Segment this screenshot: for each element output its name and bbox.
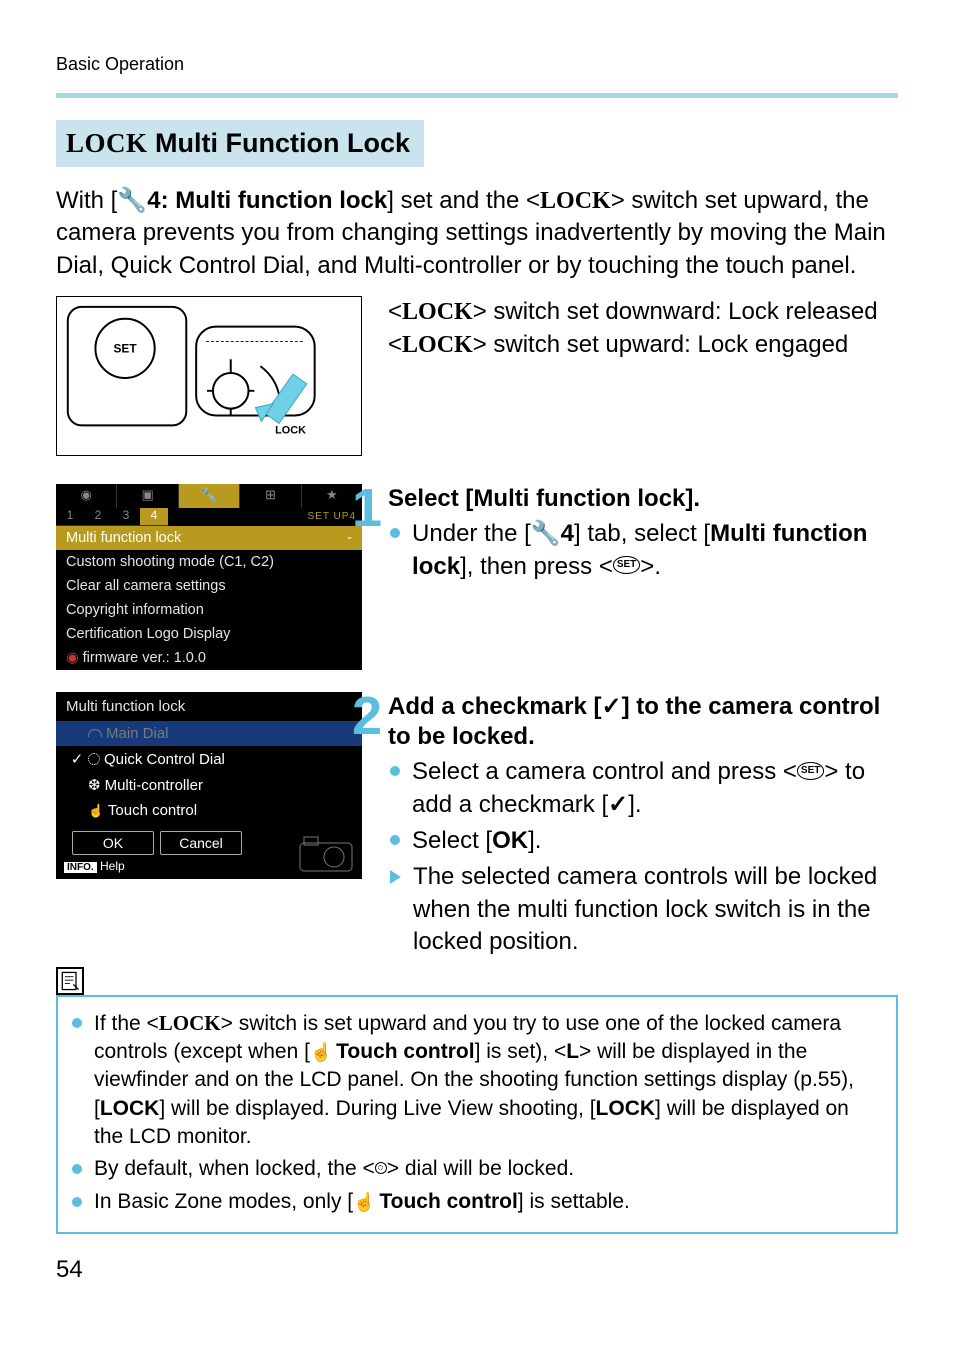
tab-display-icon: ⊞ — [240, 484, 301, 508]
step-2-result: The selected camera controls will be loc… — [413, 861, 898, 958]
subtab-1: 1 — [56, 508, 84, 526]
wrench-icon: 🔧 — [117, 187, 147, 214]
subtab-4: 4 — [140, 508, 168, 526]
multi-controller-icon — [88, 777, 105, 794]
quick-control-dial-icon — [375, 1162, 387, 1174]
menu2-row-main-dial: Main Dial — [56, 721, 362, 746]
menu-screenshot-setup4: ◉ ▣ 🔧 ⊞ ★ 1 2 3 4 SET UP4 Multi function… — [56, 484, 362, 670]
intro-pre: With [ — [56, 187, 117, 214]
bullet-icon — [72, 1018, 82, 1028]
subtab-2: 2 — [84, 508, 112, 526]
menu2-row-quick-control-dial: ✓ Quick Control Dial — [56, 746, 362, 772]
note-2: By default, when locked, the <> dial wil… — [94, 1155, 882, 1183]
tab-playback-icon: ▣ — [117, 484, 178, 508]
quick-control-dial-icon — [88, 753, 100, 765]
camera-icon: ◉ — [66, 650, 79, 666]
svg-text:SET: SET — [114, 341, 138, 355]
switch-up-desc: <LOCK> switch set upward: Lock engaged — [388, 329, 878, 361]
section-title: LOCK Multi Function Lock — [56, 120, 424, 167]
touch-icon — [353, 1190, 379, 1213]
step-1-bullet: Under the [🔧4] tab, select [Multi functi… — [412, 518, 898, 583]
step-number-1: 1 — [352, 484, 382, 533]
setup-label: SET UP4 — [168, 508, 362, 526]
wrench-icon: 🔧 — [531, 520, 561, 547]
main-dial-icon — [88, 729, 102, 737]
subtab-3: 3 — [112, 508, 140, 526]
menu2-title: Multi function lock — [56, 692, 362, 721]
menu2-row-touch-control: Touch control — [56, 798, 362, 823]
bullet-icon — [390, 835, 400, 845]
set-icon: SET — [797, 762, 824, 780]
step-2-bullet-1: Select a camera control and press <SET> … — [412, 756, 898, 821]
menu-item-certification-logo: Certification Logo Display — [56, 622, 362, 646]
ok-button: OK — [72, 831, 154, 855]
bullet-icon — [390, 528, 400, 538]
camera-thumbnail-icon — [298, 833, 354, 873]
section-title-lock: LOCK — [66, 128, 148, 158]
intro-mid: ] set and the < — [387, 187, 540, 214]
touch-icon — [310, 1040, 336, 1063]
bullet-icon — [390, 766, 400, 776]
touch-icon — [88, 802, 108, 819]
tab-wrench-icon: 🔧 — [179, 484, 240, 508]
menu2-row-multi-controller: Multi-controller — [56, 772, 362, 798]
step-number-2: 2 — [352, 692, 382, 741]
menu-screenshot-multi-function-lock: Multi function lock Main Dial ✓ Quick Co… — [56, 692, 362, 879]
intro-paragraph: With [🔧4: Multi function lock] set and t… — [56, 185, 898, 282]
header-divider — [56, 93, 898, 98]
intro-lockword: LOCK — [540, 188, 611, 214]
section-title-rest: Multi Function Lock — [148, 128, 410, 158]
menu-item-copyright-info: Copyright information — [56, 598, 362, 622]
menu-item-multi-function-lock: Multi function lock- — [56, 526, 362, 550]
note-3: In Basic Zone modes, only [Touch control… — [94, 1188, 882, 1216]
triangle-icon — [390, 870, 401, 884]
step-2-title: Add a checkmark [✓] to the camera contro… — [388, 692, 898, 752]
camera-lock-illustration: SET LOCK — [56, 296, 362, 456]
set-icon: SET — [613, 556, 640, 574]
menu-item-custom-shooting-mode: Custom shooting mode (C1, C2) — [56, 550, 362, 574]
check-icon: ✓ — [66, 750, 88, 768]
svg-text:LOCK: LOCK — [275, 424, 306, 436]
note-1: If the <LOCK> switch is set upward and y… — [94, 1009, 882, 1152]
intro-setting: 4: Multi function lock — [147, 187, 387, 214]
bullet-icon — [72, 1197, 82, 1207]
page-number: 54 — [56, 1256, 898, 1284]
step-2-bullet-2: Select [OK]. — [412, 825, 898, 857]
switch-down-desc: <LOCK> switch set downward: Lock release… — [388, 296, 878, 328]
note-icon — [56, 967, 84, 995]
step-1-title: Select [Multi function lock]. — [388, 484, 898, 514]
notes-box: If the <LOCK> switch is set upward and y… — [56, 995, 898, 1234]
menu-item-firmware: ◉firmware ver.: 1.0.0 — [56, 646, 362, 670]
menu-item-clear-all-settings: Clear all camera settings — [56, 574, 362, 598]
breadcrumb: Basic Operation — [56, 54, 898, 83]
bullet-icon — [72, 1164, 82, 1174]
cancel-button: Cancel — [160, 831, 242, 855]
info-help-label: INFO. Help — [64, 859, 250, 873]
tab-camera-icon: ◉ — [56, 484, 117, 508]
